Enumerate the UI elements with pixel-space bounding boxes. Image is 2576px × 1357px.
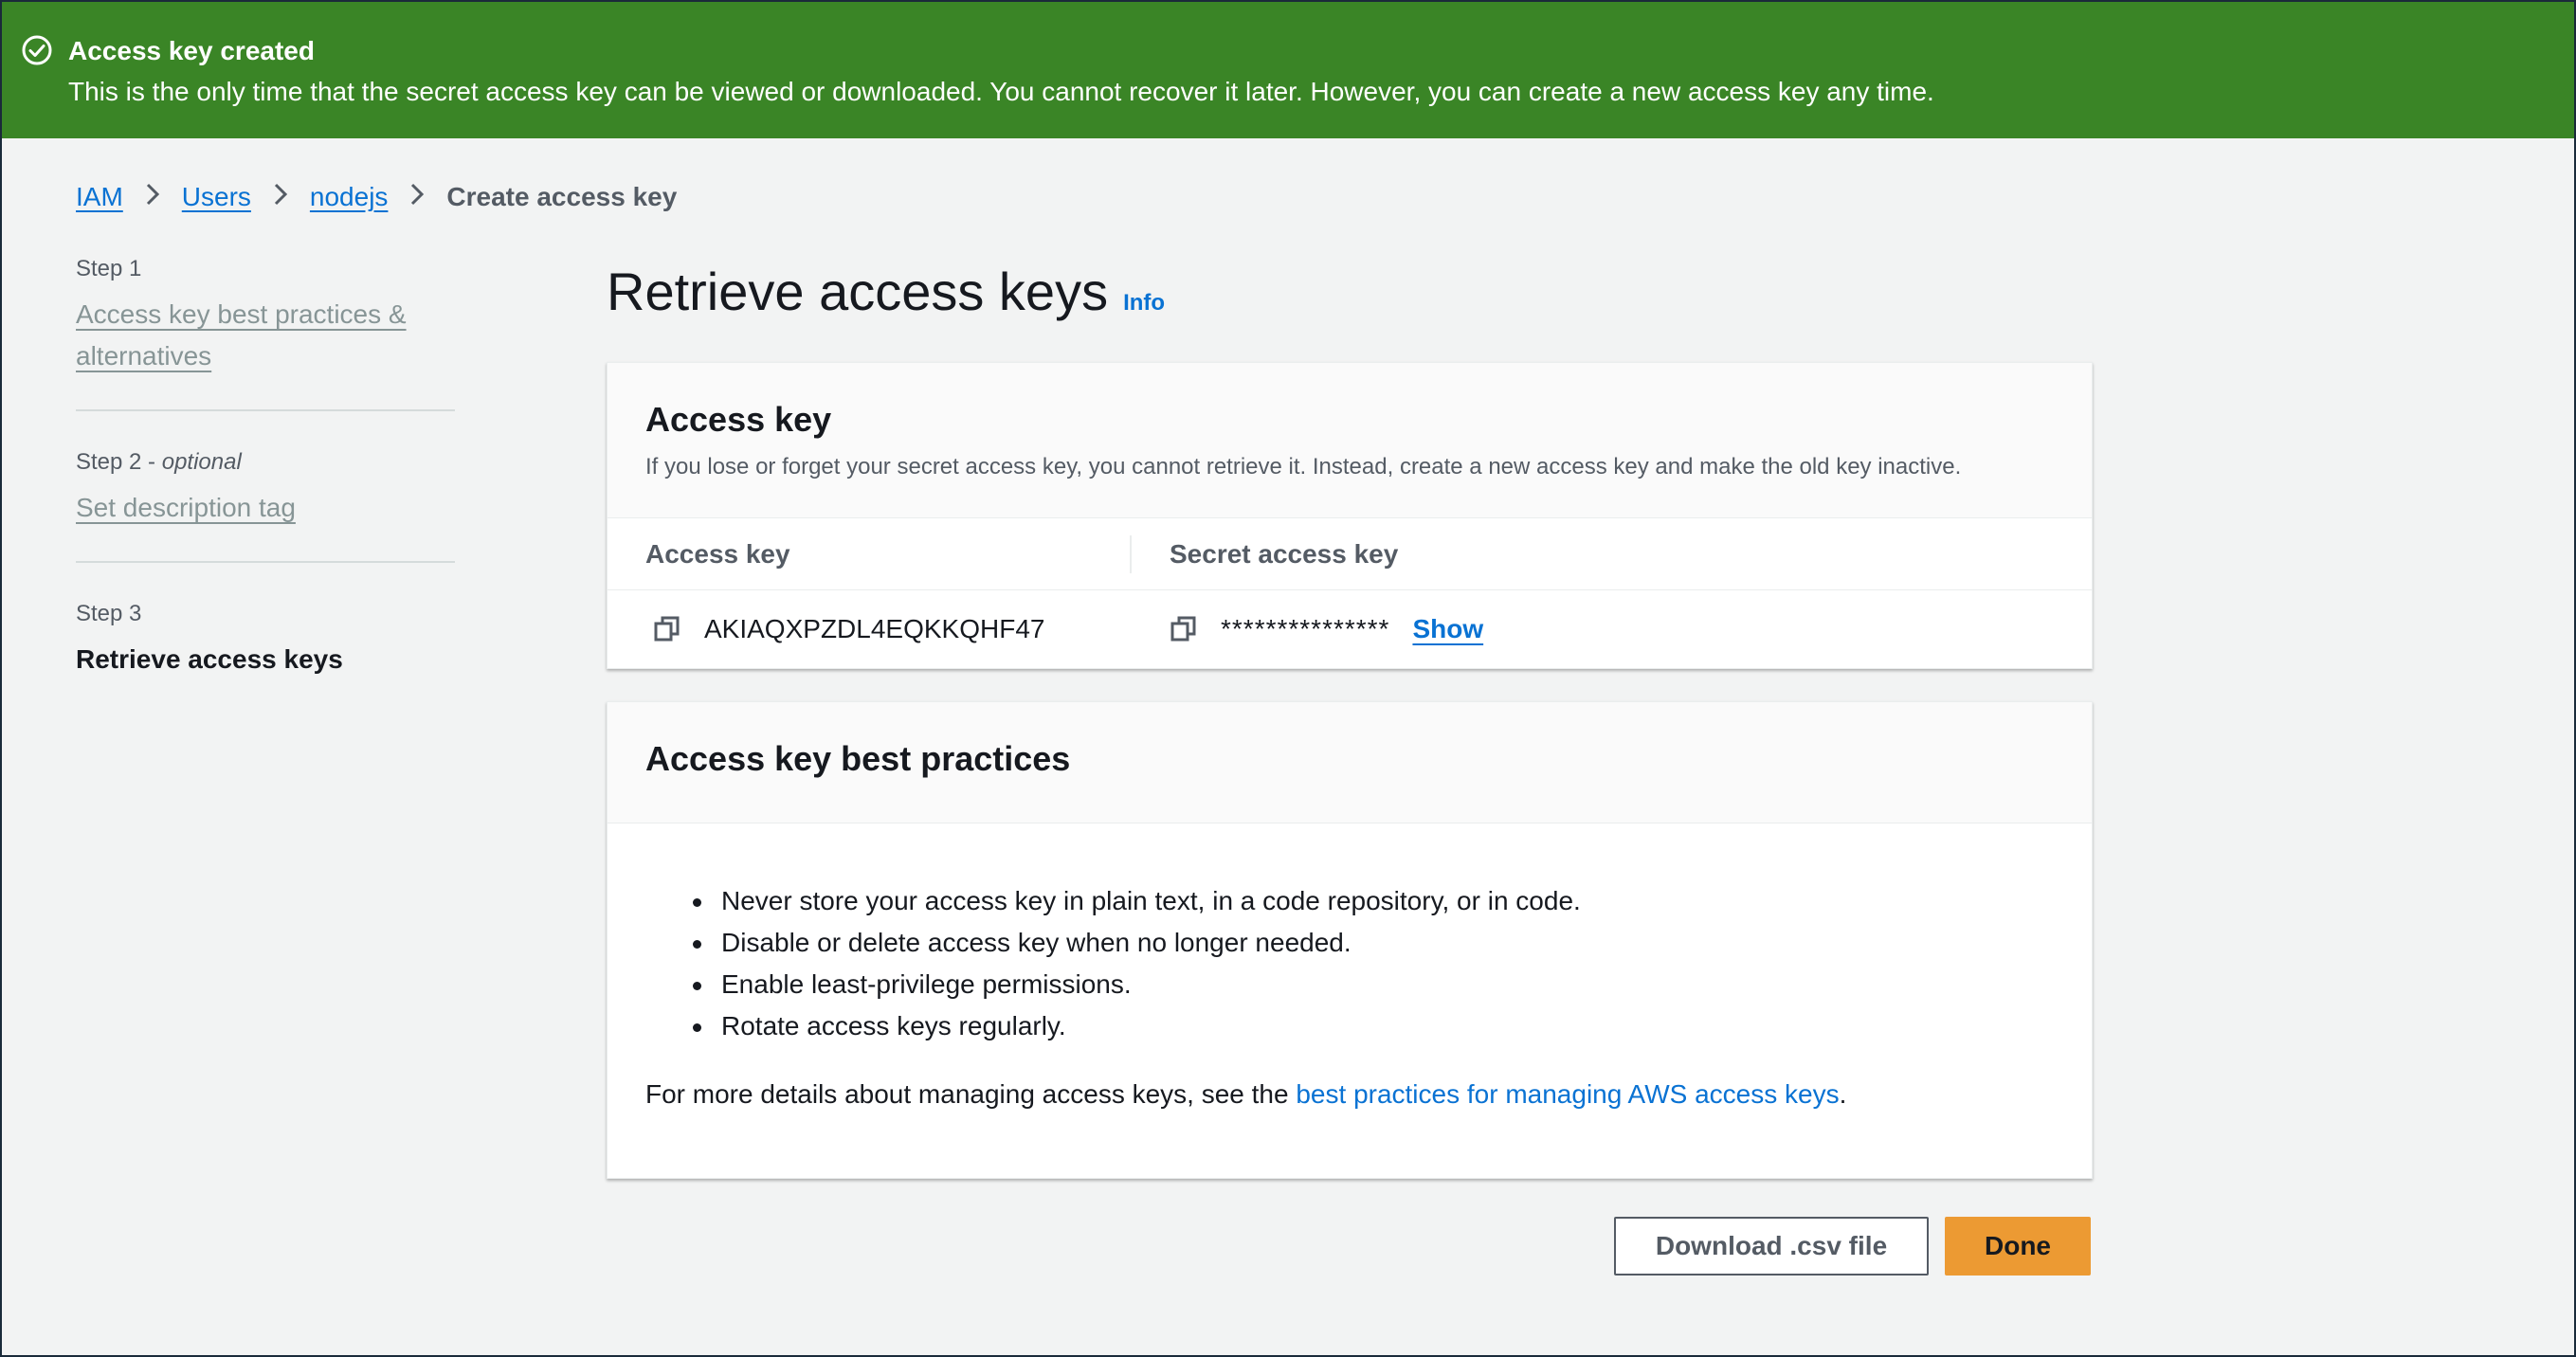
list-item: Disable or delete access key when no lon…: [687, 922, 2054, 964]
success-flash-banner: Access key created This is the only time…: [2, 2, 2574, 138]
chevron-right-icon: [251, 182, 310, 213]
step-number: Step 2 - optional: [76, 447, 455, 478]
more-details-suffix: .: [1839, 1079, 1847, 1109]
wizard-step-2: Step 2 - optional Set description tag: [76, 447, 455, 563]
chevron-right-icon: [123, 182, 182, 213]
download-csv-button[interactable]: Download .csv file: [1614, 1217, 1929, 1276]
secret-key-masked: ***************: [1221, 614, 1390, 643]
column-access-key: Access key: [608, 534, 1132, 573]
access-key-panel-header: Access key If you lose or forget your se…: [608, 363, 2092, 518]
step-number: Step 1: [76, 256, 142, 281]
list-item: Enable least-privilege permissions.: [687, 964, 2054, 1005]
step-optional-label: optional: [161, 449, 242, 475]
best-practices-panel: Access key best practices Never store yo…: [607, 701, 2093, 1179]
column-secret-access-key: Secret access key: [1170, 538, 1399, 569]
flash-message: This is the only time that the secret ac…: [68, 77, 1934, 106]
list-item: Never store your access key in plain tex…: [687, 880, 2054, 922]
best-practices-body: Never store your access key in plain tex…: [608, 823, 2092, 1115]
chevron-right-icon: [388, 182, 446, 213]
best-practices-list: Never store your access key in plain tex…: [687, 880, 2054, 1047]
key-table-header: Access key Secret access key: [608, 518, 2092, 590]
info-link[interactable]: Info: [1123, 269, 1165, 337]
access-key-cell: AKIAQXPZDL4EQKKQHF47: [608, 614, 1132, 644]
breadcrumb: IAM Users nodejs Create access key: [76, 178, 677, 216]
done-button[interactable]: Done: [1945, 1217, 2091, 1276]
best-practices-title: Access key best practices: [645, 739, 1071, 778]
main-header: Retrieve access keys Info: [607, 258, 2093, 337]
step-current-retrieve-keys: Retrieve access keys: [76, 644, 343, 674]
breadcrumb-users[interactable]: Users: [182, 182, 251, 212]
copy-icon[interactable]: [653, 615, 681, 643]
key-table-row: AKIAQXPZDL4EQKKQHF47 *************** Sho…: [608, 590, 2092, 668]
breadcrumb-current: Create access key: [446, 182, 678, 211]
page-title-text: Retrieve access keys: [607, 262, 1109, 321]
best-practices-docs-link[interactable]: best practices for managing AWS access k…: [1296, 1079, 1839, 1109]
flash-title: Access key created: [68, 36, 315, 65]
wizard-step-1: Step 1 Access key best practices & alter…: [76, 254, 455, 411]
breadcrumb-iam[interactable]: IAM: [76, 182, 123, 212]
access-key-panel: Access key If you lose or forget your se…: [607, 362, 2093, 669]
copy-icon[interactable]: [1170, 615, 1198, 643]
page-title: Retrieve access keys Info: [607, 258, 2093, 337]
breadcrumb-nodejs[interactable]: nodejs: [310, 182, 389, 212]
more-details-prefix: For more details about managing access k…: [645, 1079, 1297, 1109]
page: Access key created This is the only time…: [0, 0, 2576, 1357]
check-circle-icon: [22, 35, 52, 65]
access-key-panel-title: Access key: [645, 400, 832, 439]
secret-key-cell: *************** Show: [1132, 614, 1483, 644]
more-details-text: For more details about managing access k…: [645, 1074, 2054, 1115]
step-number-text: Step 2 -: [76, 449, 162, 475]
access-key-value: AKIAQXPZDL4EQKKQHF47: [704, 614, 1045, 643]
best-practices-panel-header: Access key best practices: [608, 702, 2092, 823]
wizard-step-3: Step 3 Retrieve access keys: [76, 599, 455, 713]
wizard-steps-nav: Step 1 Access key best practices & alter…: [76, 254, 455, 749]
step-link-description-tag[interactable]: Set description tag: [76, 487, 455, 529]
step-number: Step 3: [76, 601, 142, 626]
show-secret-button[interactable]: Show: [1412, 614, 1483, 644]
list-item: Rotate access keys regularly.: [687, 1005, 2054, 1047]
access-key-panel-description: If you lose or forget your secret access…: [645, 454, 1962, 479]
step-link-best-practices[interactable]: Access key best practices & alternatives: [76, 294, 455, 377]
